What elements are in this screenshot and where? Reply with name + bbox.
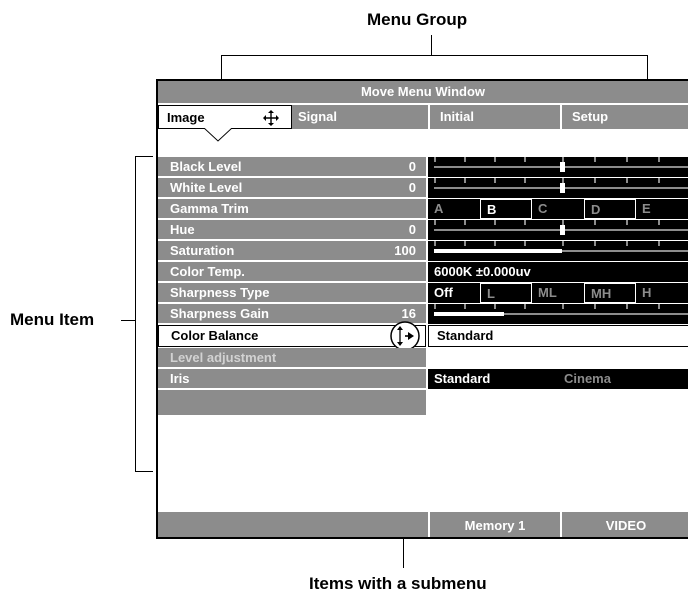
menu-item-label: Saturation 100 [158, 241, 426, 261]
gamma-option-b[interactable]: B [480, 199, 532, 219]
sharpness-option-ml[interactable]: ML [532, 283, 584, 303]
iris-option-standard[interactable]: Standard [428, 369, 558, 389]
tab-image-label: Image [167, 110, 205, 125]
saturation-fill [434, 249, 562, 253]
source-indicator: VIDEO [560, 512, 688, 537]
menu-group-line-h [221, 55, 648, 56]
annotation-submenu-items: Items with a submenu [309, 574, 487, 593]
menu-item-bracket-v [135, 156, 136, 472]
menu-row-hue[interactable]: Hue 0 [158, 220, 688, 241]
annotation-menu-item: Menu Item [10, 310, 95, 329]
menu-item-label: Gamma Trim [158, 199, 426, 219]
hue-slider[interactable] [428, 220, 688, 240]
menu-row-color-temp[interactable]: Color Temp. 6000K ±0.000uv [158, 262, 688, 283]
iris-choices[interactable]: Standard Cinema [428, 369, 688, 389]
memory-indicator: Memory 1 [428, 512, 560, 537]
title-bar[interactable]: Move Menu Window [158, 81, 688, 103]
tab-pointer [204, 128, 232, 142]
menu-item-label: Color Temp. [158, 262, 426, 282]
gamma-option-e[interactable]: E [636, 199, 688, 219]
gamma-option-d[interactable]: D [584, 199, 636, 219]
white-level-slider[interactable] [428, 178, 688, 198]
move-arrows-icon [263, 110, 279, 134]
sharpness-option-l[interactable]: L [480, 283, 532, 303]
sharpness-option-mh[interactable]: MH [584, 283, 636, 303]
menu-row-sharpness-type[interactable]: Sharpness Type Off L ML MH H [158, 283, 688, 304]
menu-row-gamma-trim[interactable]: Gamma Trim A B C D E [158, 199, 688, 220]
sharpness-gain-fill [434, 312, 504, 316]
iris-option-cinema[interactable]: Cinema [558, 369, 688, 389]
sharpness-option-off[interactable]: Off [428, 283, 480, 303]
color-temp-value[interactable]: 6000K ±0.000uv [428, 262, 688, 282]
tab-setup-label: Setup [572, 109, 609, 124]
menu-item-bracket-top [135, 156, 153, 157]
sharpness-type-choices[interactable]: Off L ML MH H [428, 283, 688, 303]
slider-knob[interactable] [560, 225, 565, 235]
menu-window: Move Menu Window Image Signal Initial Se… [156, 79, 688, 539]
menu-group-line-v [431, 35, 432, 56]
slider-knob[interactable] [560, 162, 565, 172]
tab-image[interactable]: Image [158, 105, 292, 129]
menu-row-saturation[interactable]: Saturation 100 [158, 241, 688, 262]
saturation-bar[interactable] [428, 241, 688, 261]
menu-row-color-balance[interactable]: Color Balance Standard [158, 321, 688, 351]
tab-initial[interactable]: Initial [428, 105, 560, 129]
slider-knob[interactable] [560, 183, 565, 193]
window-title: Move Menu Window [360, 84, 486, 99]
menu-row-level-adjustment: Level adjustment [158, 348, 688, 369]
tab-initial-label: Initial [440, 109, 474, 124]
menu-row-iris[interactable]: Iris Standard Cinema [158, 369, 688, 390]
menu-item-label: Black Level 0 [158, 157, 426, 177]
menu-row-black-level[interactable]: Black Level 0 [158, 157, 688, 178]
black-level-slider[interactable] [428, 157, 688, 177]
menu-item-label: Color Balance [158, 325, 426, 347]
level-adjustment-value [428, 348, 688, 368]
menu-item-bracket-bottom [135, 471, 153, 472]
gamma-trim-choices[interactable]: A B C D E [428, 199, 688, 219]
menu-item-label: Level adjustment [158, 348, 426, 368]
tab-signal[interactable]: Signal [292, 105, 428, 129]
menu-row-white-level[interactable]: White Level 0 [158, 178, 688, 199]
footer-left [158, 512, 426, 537]
menu-row-spacer [158, 390, 688, 416]
tab-setup[interactable]: Setup [560, 105, 688, 129]
menu-item-label: Iris [158, 369, 426, 389]
menu-item-label: Sharpness Gain 16 [158, 304, 426, 324]
spacer-left [158, 390, 426, 416]
menu-item-label: Sharpness Type [158, 283, 426, 303]
sharpness-option-h[interactable]: H [636, 283, 688, 303]
menu-row-sharpness-gain[interactable]: Sharpness Gain 16 [158, 304, 688, 325]
sharpness-gain-bar[interactable] [428, 304, 688, 324]
menu-item-label: Hue 0 [158, 220, 426, 240]
tab-signal-label: Signal [298, 109, 338, 124]
gamma-option-c[interactable]: C [532, 199, 584, 219]
menu-item-label: White Level 0 [158, 178, 426, 198]
menu-item-line-h [121, 320, 135, 321]
annotation-menu-group: Menu Group [367, 10, 468, 29]
menu-group-tabs: Image Signal Initial Setup [158, 105, 688, 129]
color-balance-value[interactable]: Standard [428, 325, 688, 347]
status-bar: Memory 1 VIDEO [158, 512, 688, 537]
gamma-option-a[interactable]: A [428, 199, 480, 219]
